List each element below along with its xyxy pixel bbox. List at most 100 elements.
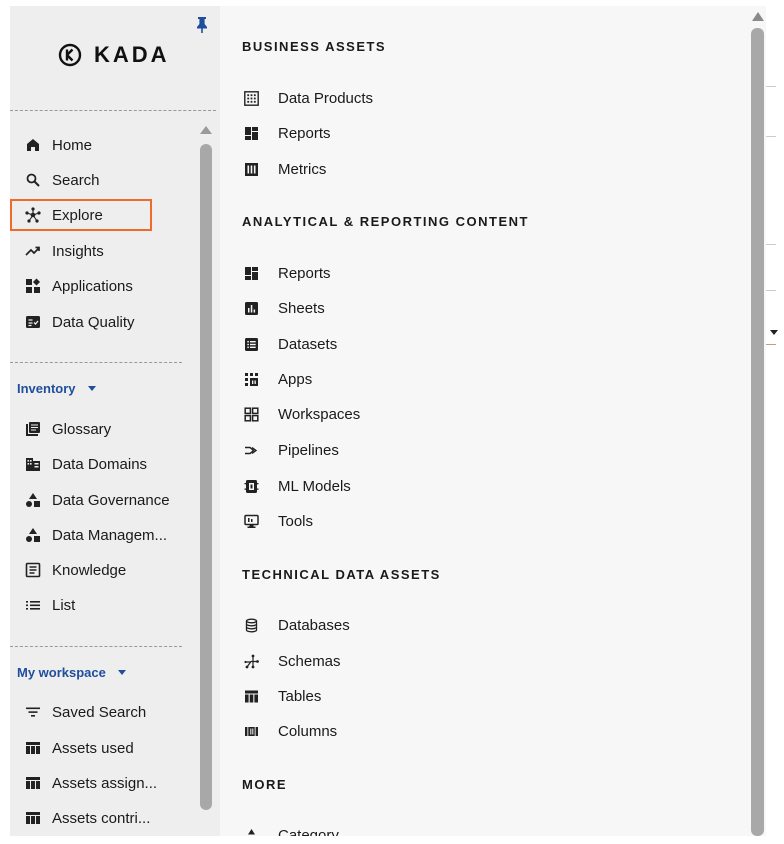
inventory-title: Inventory: [17, 381, 76, 396]
divider: [766, 86, 776, 87]
search-icon: [24, 171, 42, 189]
grid-view-icon: [242, 405, 260, 423]
divider: [10, 646, 182, 647]
nav-label: Assets assign...: [52, 774, 158, 792]
panel-item-tables[interactable]: Tables: [242, 684, 321, 708]
panel-item-label: Apps: [278, 370, 313, 388]
nav-label: Applications: [52, 277, 133, 295]
pin-icon[interactable]: [196, 16, 208, 34]
nav-item-home[interactable]: Home: [24, 133, 92, 157]
panel-scrollbar-thumb[interactable]: [751, 28, 764, 836]
panel-item-analytical-reports[interactable]: Reports: [242, 261, 331, 285]
caret-down-icon[interactable]: [770, 330, 778, 335]
shapes-icon: [24, 526, 42, 544]
nav-label: Assets contri...: [52, 809, 151, 827]
shapes-icon: [24, 491, 42, 509]
nav-item-data-management[interactable]: Data Managem...: [24, 523, 167, 547]
caret-down-icon: [117, 670, 126, 675]
nav-item-knowledge[interactable]: Knowledge: [24, 558, 126, 582]
nav-label: Knowledge: [52, 561, 127, 579]
sidebar-scrollbar-thumb[interactable]: [200, 144, 212, 810]
section-heading-technical: TECHNICAL DATA ASSETS: [242, 567, 441, 582]
panel-item-label: Reports: [278, 264, 331, 282]
trending-up-icon: [24, 242, 42, 260]
columns-icon: [242, 722, 260, 740]
panel-item-reports[interactable]: Reports: [242, 121, 331, 145]
explore-icon: [24, 206, 42, 224]
metrics-icon: [242, 160, 260, 178]
article-icon: [24, 561, 42, 579]
panel-item-label: Sheets: [278, 299, 325, 317]
panel-item-sheets[interactable]: Sheets: [242, 296, 325, 320]
nav-item-glossary[interactable]: Glossary: [24, 417, 111, 441]
panel-item-databases[interactable]: Databases: [242, 613, 350, 637]
ml-model-icon: [242, 477, 260, 495]
nav-label: List: [52, 596, 76, 614]
workspace-title: My workspace: [17, 665, 106, 680]
panel-item-apps[interactable]: Apps: [242, 367, 312, 391]
panel-item-columns[interactable]: Columns: [242, 719, 337, 743]
panel-item-label: Databases: [278, 616, 350, 634]
nav-item-saved-search[interactable]: Saved Search: [24, 700, 146, 724]
nav-item-search[interactable]: Search: [24, 168, 100, 192]
domain-icon: [24, 455, 42, 473]
nav-item-assets-contributed[interactable]: Assets contri...: [24, 806, 150, 830]
nav-label: Data Governance: [52, 491, 170, 509]
panel-item-pipelines[interactable]: Pipelines: [242, 438, 339, 462]
explore-panel: BUSINESS ASSETS Data Products Reports Me…: [220, 6, 766, 836]
panel-scroll-up-arrow[interactable]: [752, 12, 764, 21]
dashboard-icon: [242, 264, 260, 282]
nav-item-data-domains[interactable]: Data Domains: [24, 452, 147, 476]
nav-label: Glossary: [52, 420, 112, 438]
shapes-icon: [242, 826, 260, 836]
sidebar: KADA Home Search Explore Insights Applic…: [10, 6, 220, 836]
panel-item-label: Schemas: [278, 652, 341, 670]
filter-list-icon: [24, 703, 42, 721]
nav-item-applications[interactable]: Applications: [24, 274, 133, 298]
panel-item-ml-models[interactable]: ML Models: [242, 474, 351, 498]
nav-item-assets-used[interactable]: Assets used: [24, 736, 134, 760]
panel-item-label: ML Models: [278, 477, 351, 495]
panel-item-label: Metrics: [278, 160, 327, 178]
sidebar-scroll-up-arrow[interactable]: [200, 126, 212, 134]
nav-item-data-governance[interactable]: Data Governance: [24, 488, 170, 512]
dashboard-icon: [242, 124, 260, 142]
nav-label: Explore: [52, 206, 103, 224]
list-box-icon: [242, 335, 260, 353]
panel-item-schemas[interactable]: Schemas: [242, 649, 341, 673]
nav-label: Insights: [52, 242, 104, 260]
panel-item-label: Pipelines: [278, 441, 339, 459]
workspace-section-toggle[interactable]: My workspace: [17, 665, 126, 680]
panel-item-data-products[interactable]: Data Products: [242, 86, 373, 110]
panel-item-label: Datasets: [278, 335, 338, 353]
nav-item-explore[interactable]: Explore: [24, 203, 103, 227]
panel-item-datasets[interactable]: Datasets: [242, 332, 337, 356]
nav-item-list[interactable]: List: [24, 593, 75, 617]
nav-item-data-quality[interactable]: Data Quality: [24, 310, 135, 334]
panel-item-label: Category: [278, 826, 339, 837]
panel-item-label: Columns: [278, 722, 338, 740]
pipeline-icon: [242, 441, 260, 459]
bar-chart-box-icon: [242, 299, 260, 317]
apps-icon: [242, 370, 260, 388]
panel-item-category[interactable]: Category: [242, 823, 339, 836]
nav-item-insights[interactable]: Insights: [24, 239, 104, 263]
library-books-icon: [24, 420, 42, 438]
inventory-section-toggle[interactable]: Inventory: [17, 381, 96, 396]
panel-item-workspaces[interactable]: Workspaces: [242, 402, 360, 426]
panel-item-label: Tools: [278, 512, 314, 530]
database-icon: [242, 616, 260, 634]
logo-text: KADA: [94, 42, 170, 67]
fact-check-icon: [24, 313, 42, 331]
divider: [766, 244, 776, 245]
nav-label: Home: [52, 136, 93, 154]
panel-item-metrics[interactable]: Metrics: [242, 157, 326, 181]
divider: [766, 136, 776, 137]
panel-item-tools[interactable]: Tools: [242, 509, 313, 533]
table-icon: [24, 774, 42, 792]
home-icon: [24, 136, 42, 154]
grid-dots-icon: [242, 89, 260, 107]
panel-item-label: Tables: [278, 687, 322, 705]
nav-label: Data Managem...: [52, 526, 168, 544]
nav-item-assets-assigned[interactable]: Assets assign...: [24, 771, 157, 795]
